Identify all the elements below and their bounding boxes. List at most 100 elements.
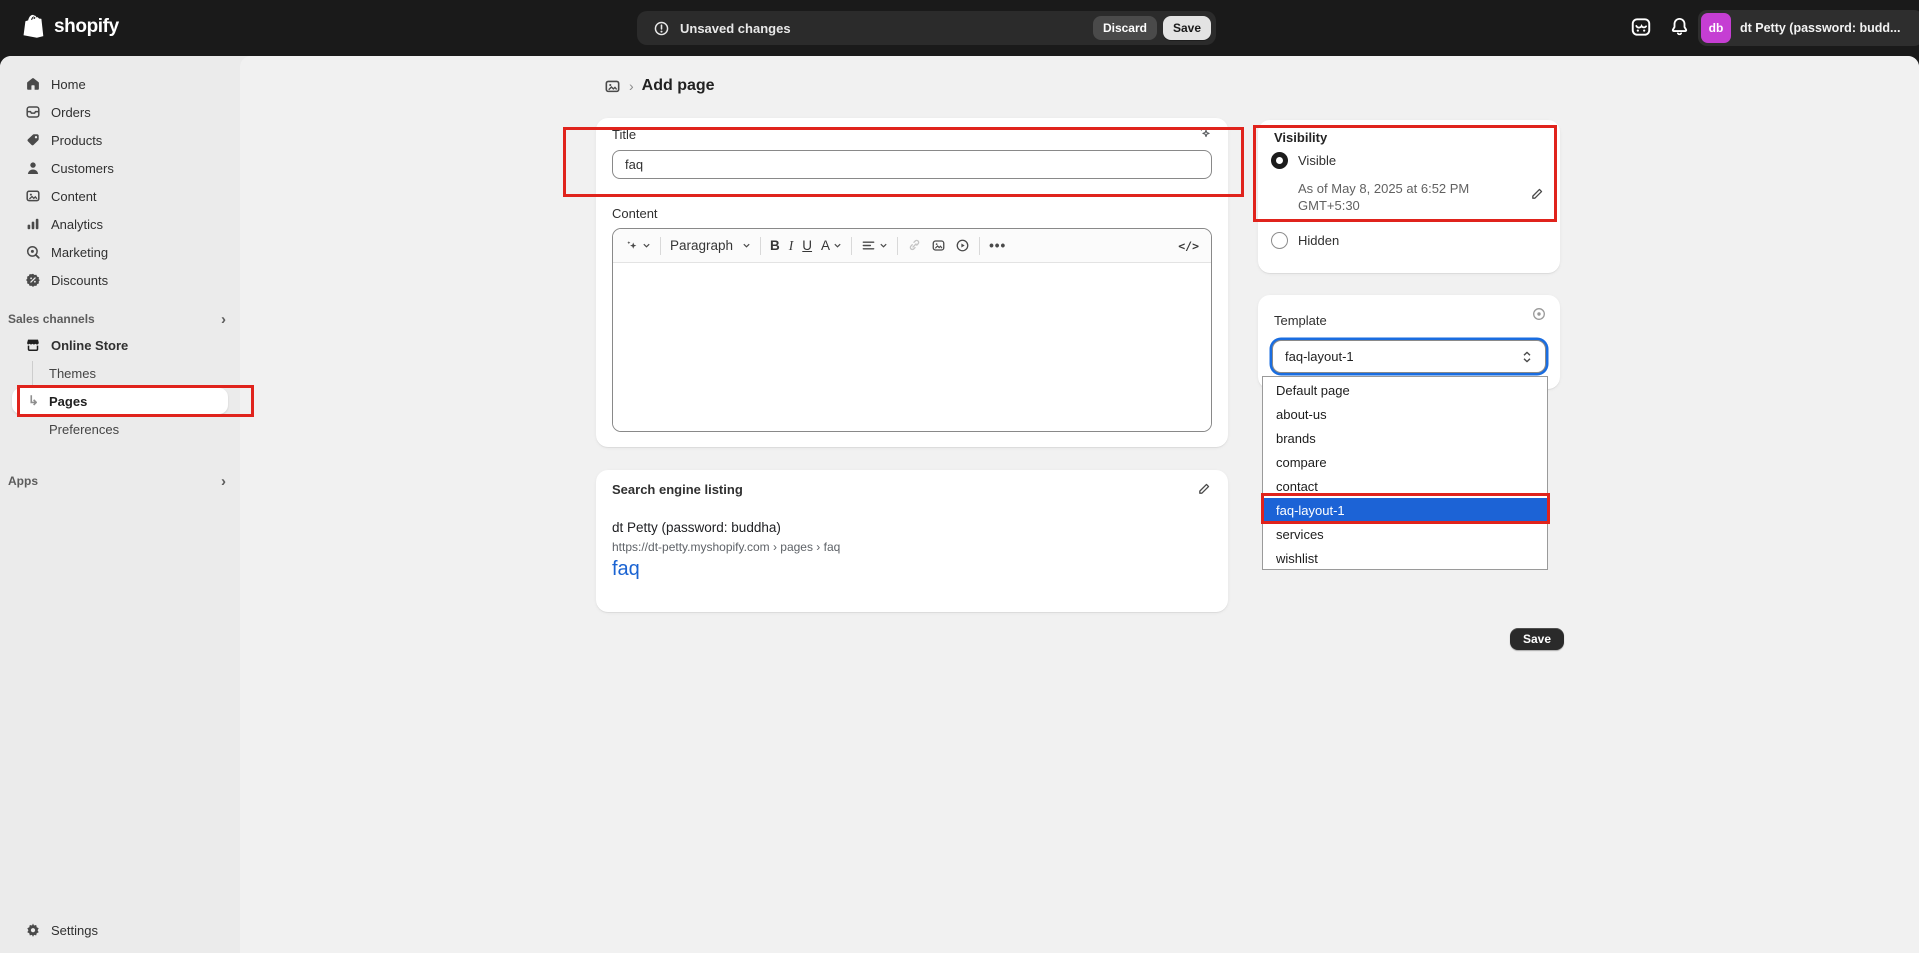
sidebar-item-home[interactable]: Home bbox=[0, 70, 240, 98]
sidebar-item-orders[interactable]: Orders bbox=[0, 98, 240, 126]
sidebar-item-label: Online Store bbox=[51, 338, 128, 353]
toolbar-divider bbox=[760, 237, 761, 255]
insert-image-icon[interactable] bbox=[931, 238, 946, 253]
sub-arrow-icon: ↳ bbox=[28, 393, 39, 409]
main-content: › Add page Title Content Paragraph bbox=[240, 56, 1919, 953]
apps-header[interactable]: Apps › bbox=[0, 469, 240, 493]
template-label: Template bbox=[1274, 313, 1327, 328]
sidebar-item-analytics[interactable]: Analytics bbox=[0, 210, 240, 238]
dropdown-option[interactable]: wishlist bbox=[1263, 546, 1547, 570]
visible-radio-row[interactable]: Visible bbox=[1271, 152, 1336, 169]
seo-url: https://dt-petty.myshopify.com › pages ›… bbox=[612, 540, 840, 554]
insert-video-icon[interactable] bbox=[955, 238, 970, 253]
discard-button[interactable]: Discard bbox=[1093, 16, 1157, 40]
home-icon bbox=[25, 76, 41, 92]
code-view-icon[interactable]: </> bbox=[1178, 239, 1199, 253]
sales-channels-label: Sales channels bbox=[8, 312, 95, 326]
underline-button[interactable]: U bbox=[802, 238, 812, 253]
sidebar-item-label: Orders bbox=[51, 105, 91, 120]
topbar: shopify Unsaved changes Discard Save db … bbox=[0, 0, 1919, 56]
shopify-logo: shopify bbox=[22, 13, 119, 41]
dropdown-option-selected[interactable]: faq-layout-1 bbox=[1263, 498, 1547, 522]
person-icon bbox=[25, 160, 41, 176]
title-label: Title bbox=[612, 127, 636, 142]
sidebar-item-preferences[interactable]: Preferences bbox=[0, 415, 240, 443]
storefront-icon bbox=[25, 337, 41, 353]
unsaved-changes-text: Unsaved changes bbox=[680, 21, 791, 36]
ai-sparkle-icon[interactable] bbox=[1197, 126, 1212, 141]
hidden-radio-row[interactable]: Hidden bbox=[1271, 232, 1339, 249]
sidebar-item-label: Preferences bbox=[49, 422, 119, 437]
sidebar-item-customers[interactable]: Customers bbox=[0, 154, 240, 182]
content-label: Content bbox=[612, 206, 658, 221]
title-input[interactable] bbox=[612, 150, 1212, 179]
more-options-icon[interactable]: ••• bbox=[989, 238, 1006, 253]
sidebar-item-themes[interactable]: Themes bbox=[0, 359, 240, 387]
dropdown-option[interactable]: Default page bbox=[1263, 378, 1547, 402]
sidebar-item-content[interactable]: Content bbox=[0, 182, 240, 210]
store-icon[interactable] bbox=[1630, 16, 1652, 38]
dropdown-option[interactable]: compare bbox=[1263, 450, 1547, 474]
topbar-save-button[interactable]: Save bbox=[1163, 16, 1211, 40]
sidebar-item-products[interactable]: Products bbox=[0, 126, 240, 154]
sidebar-item-marketing[interactable]: Marketing bbox=[0, 238, 240, 266]
text-color-button[interactable]: A bbox=[821, 238, 842, 253]
ai-assist-button[interactable] bbox=[625, 239, 651, 253]
user-menu[interactable]: db dt Petty (password: budd... bbox=[1698, 10, 1919, 46]
visibility-heading: Visibility bbox=[1274, 130, 1327, 145]
sidebar-item-settings[interactable]: Settings bbox=[0, 916, 240, 944]
sidebar-item-label: Home bbox=[51, 77, 86, 92]
sidebar-item-label: Content bbox=[51, 189, 97, 204]
radio-unselected-icon[interactable] bbox=[1271, 232, 1288, 249]
pages-icon[interactable] bbox=[604, 78, 621, 95]
alignment-button[interactable] bbox=[861, 238, 888, 253]
template-select-value: faq-layout-1 bbox=[1285, 349, 1354, 364]
apps-label: Apps bbox=[8, 474, 38, 488]
edit-pencil-icon[interactable] bbox=[1530, 186, 1545, 201]
link-icon[interactable] bbox=[907, 238, 922, 253]
page-title: Add page bbox=[642, 77, 715, 95]
dropdown-option[interactable]: services bbox=[1263, 522, 1547, 546]
italic-button[interactable]: I bbox=[789, 238, 794, 254]
sidebar-item-pages[interactable]: ↳ Pages bbox=[0, 387, 240, 415]
dropdown-option[interactable]: brands bbox=[1263, 426, 1547, 450]
sidebar-item-discounts[interactable]: Discounts bbox=[0, 266, 240, 294]
app-shell: Home Orders Products Customers Content A… bbox=[0, 56, 1919, 953]
target-icon bbox=[25, 244, 41, 260]
editor-body[interactable] bbox=[613, 263, 1211, 431]
gear-icon bbox=[25, 922, 41, 938]
sidebar: Home Orders Products Customers Content A… bbox=[0, 56, 240, 953]
toolbar-divider bbox=[851, 237, 852, 255]
template-select[interactable]: faq-layout-1 bbox=[1272, 340, 1546, 373]
sales-channels-header[interactable]: Sales channels › bbox=[0, 307, 240, 331]
text-color-label: A bbox=[821, 238, 830, 253]
active-item-highlight bbox=[12, 388, 228, 414]
view-icon[interactable] bbox=[1531, 306, 1547, 322]
bell-icon[interactable] bbox=[1669, 16, 1691, 38]
editor-toolbar: Paragraph B I U A bbox=[613, 229, 1211, 263]
paragraph-style-dropdown[interactable]: Paragraph bbox=[670, 238, 751, 253]
visibility-note: As of May 8, 2025 at 6:52 PM GMT+5:30 bbox=[1298, 180, 1498, 214]
sidebar-item-label: Themes bbox=[49, 366, 96, 381]
alert-icon bbox=[653, 20, 670, 37]
template-dropdown: Default page about-us brands compare con… bbox=[1262, 376, 1548, 570]
radio-selected-icon[interactable] bbox=[1271, 152, 1288, 169]
orders-icon bbox=[25, 104, 41, 120]
visibility-card: Visibility Visible As of May 8, 2025 at … bbox=[1258, 120, 1560, 273]
seo-heading: Search engine listing bbox=[612, 482, 743, 497]
breadcrumb-separator: › bbox=[629, 78, 634, 94]
dropdown-option[interactable]: contact bbox=[1263, 474, 1547, 498]
avatar: db bbox=[1701, 13, 1731, 43]
bold-button[interactable]: B bbox=[770, 238, 780, 253]
tag-icon bbox=[25, 132, 41, 148]
page-details-card: Title Content Paragraph bbox=[596, 118, 1228, 447]
sidebar-item-online-store[interactable]: Online Store bbox=[0, 331, 240, 359]
seo-site-name: dt Petty (password: buddha) bbox=[612, 520, 781, 535]
save-button[interactable]: Save bbox=[1510, 628, 1564, 650]
template-card: Template faq-layout-1 bbox=[1258, 295, 1560, 389]
edit-pencil-icon[interactable] bbox=[1197, 481, 1212, 496]
dropdown-option[interactable]: about-us bbox=[1263, 402, 1547, 426]
sidebar-item-label: Products bbox=[51, 133, 102, 148]
seo-page-title-link[interactable]: faq bbox=[612, 558, 640, 581]
toolbar-divider bbox=[897, 237, 898, 255]
